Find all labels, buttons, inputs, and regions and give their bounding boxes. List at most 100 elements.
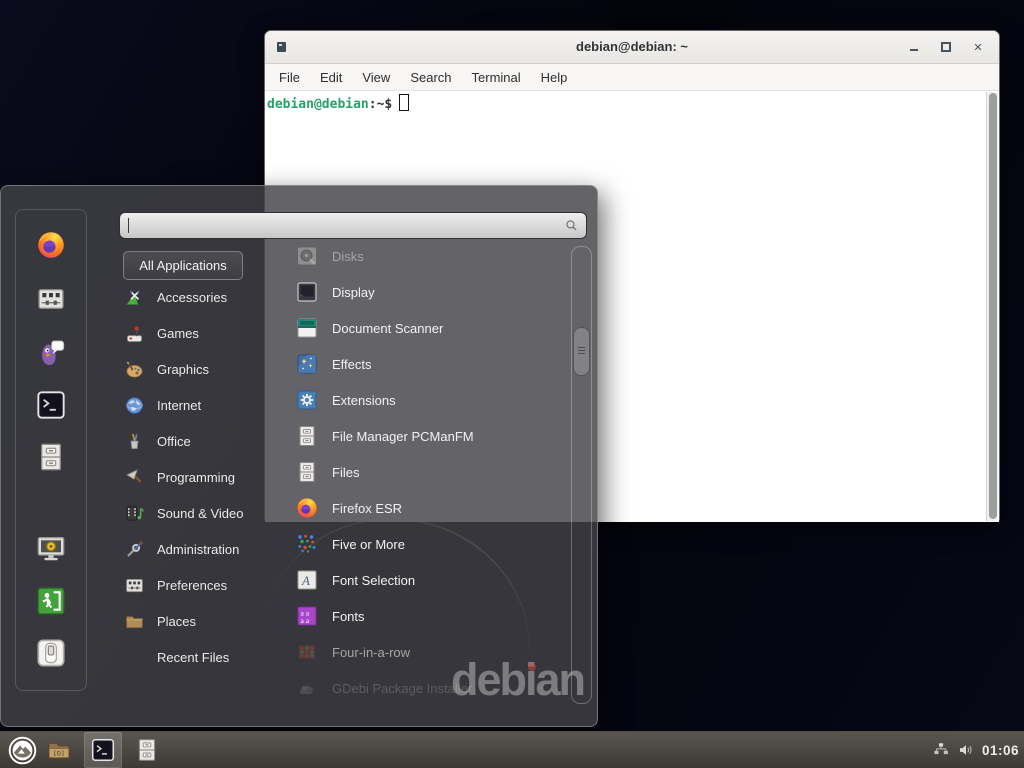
taskbar: [D] 01:06: [0, 731, 1024, 768]
display-icon: [295, 280, 319, 304]
category-label: Recent Files: [157, 650, 229, 665]
terminal-cursor: [399, 94, 409, 111]
file-cabinet-icon: [134, 737, 160, 763]
minimize-icon: [910, 49, 918, 51]
category-graphics[interactable]: Graphics: [119, 351, 269, 387]
category-list: Accessories Games Graphics Internet Office Pr…: [119, 279, 269, 675]
category-office[interactable]: Office: [119, 423, 269, 459]
category-label: Office: [157, 434, 191, 449]
menu-view[interactable]: View: [352, 67, 400, 88]
sound-video-icon: [124, 502, 146, 524]
favorite-lock-screen[interactable]: [31, 529, 71, 569]
watermark-i-dot: [528, 663, 536, 671]
app-label: Extensions: [332, 393, 396, 408]
app-extensions[interactable]: Extensions: [289, 382, 565, 418]
text-caret: [128, 218, 129, 233]
favorite-pidgin[interactable]: [31, 333, 71, 373]
prompt-suffix: :~$: [369, 97, 392, 112]
window-list: [D]: [40, 732, 166, 768]
category-label: Games: [157, 326, 199, 341]
category-preferences[interactable]: Preferences: [119, 567, 269, 603]
app-label: Files: [332, 465, 359, 480]
font-selection-icon: A: [295, 568, 319, 592]
menu-help[interactable]: Help: [531, 67, 578, 88]
disks-icon: [295, 244, 319, 268]
category-all-applications[interactable]: All Applications: [123, 251, 243, 280]
svg-text:a a: a a: [301, 616, 310, 625]
firefox-icon: [35, 229, 67, 261]
debian-watermark: debian: [451, 654, 584, 706]
app-label: Font Selection: [332, 573, 415, 588]
start-menu-icon: [8, 736, 37, 765]
terminal-scrollbar-thumb[interactable]: [989, 93, 997, 519]
category-accessories[interactable]: Accessories: [119, 279, 269, 315]
category-label: Internet: [157, 398, 201, 413]
system-tray: 01:06: [932, 732, 1019, 768]
menu-search[interactable]: Search: [400, 67, 461, 88]
app-disks[interactable]: Disks: [289, 238, 565, 274]
taskbar-window-folder[interactable]: [D]: [40, 732, 78, 768]
favorite-shutdown[interactable]: [31, 633, 71, 673]
app-label: Disks: [332, 249, 364, 264]
app-label: Display: [332, 285, 375, 300]
category-label: Graphics: [157, 362, 209, 377]
office-icon: [124, 430, 146, 452]
app-label: Document Scanner: [332, 321, 443, 336]
start-menu-button[interactable]: [4, 733, 40, 767]
app-display[interactable]: Display: [289, 274, 565, 310]
favorite-terminal[interactable]: [31, 385, 71, 425]
document-scanner-icon: [295, 316, 319, 340]
menu-edit[interactable]: Edit: [310, 67, 352, 88]
terminal-titlebar[interactable]: debian@debian: ~ ✕: [265, 31, 999, 64]
menu-scrollbar-thumb[interactable]: [573, 327, 590, 376]
app-document-scanner[interactable]: Document Scanner: [289, 310, 565, 346]
category-places[interactable]: Places: [119, 603, 269, 639]
favorite-firefox[interactable]: [31, 225, 71, 265]
app-five-or-more[interactable]: Five or More: [289, 526, 565, 562]
favorite-control-panel[interactable]: [31, 279, 71, 319]
category-programming[interactable]: Programming: [119, 459, 269, 495]
app-effects[interactable]: Effects: [289, 346, 565, 382]
firefox-icon: [295, 496, 319, 520]
app-label: Four-in-a-row: [332, 645, 410, 660]
control-panel-icon: [35, 283, 67, 315]
taskbar-window-terminal[interactable]: [84, 732, 122, 768]
menu-file[interactable]: File: [269, 67, 310, 88]
app-font-selection[interactable]: A Font Selection: [289, 562, 565, 598]
application-list: Disks Display Document Scanner Effects Exten…: [289, 238, 565, 706]
app-firefox-esr[interactable]: Firefox ESR: [289, 490, 565, 526]
minimize-button[interactable]: [907, 40, 921, 54]
app-label: Effects: [332, 357, 372, 372]
category-administration[interactable]: Administration: [119, 531, 269, 567]
menu-scrollbar[interactable]: [571, 246, 592, 704]
category-label: Sound & Video: [157, 506, 244, 521]
menu-search-input[interactable]: [119, 212, 587, 239]
volume-icon[interactable]: [957, 741, 975, 759]
category-recent-files[interactable]: Recent Files: [119, 639, 269, 675]
taskbar-window-file-cabinet[interactable]: [128, 732, 166, 768]
four-in-a-row-icon: [295, 640, 319, 664]
close-button[interactable]: ✕: [971, 40, 985, 54]
folder-icon: [D]: [46, 737, 72, 763]
category-internet[interactable]: Internet: [119, 387, 269, 423]
menu-search: [119, 212, 587, 239]
menu-terminal[interactable]: Terminal: [462, 67, 531, 88]
preferences-icon: [124, 574, 146, 596]
lock-screen-icon: [35, 533, 67, 565]
app-file-manager-pcmanfm[interactable]: File Manager PCManFM: [289, 418, 565, 454]
window-title: debian@debian: ~: [265, 39, 999, 54]
favorite-file-cabinet[interactable]: [31, 437, 71, 477]
favorite-logout[interactable]: [31, 581, 71, 621]
maximize-button[interactable]: [939, 40, 953, 54]
clock[interactable]: 01:06: [982, 743, 1019, 758]
accessories-icon: [124, 286, 146, 308]
app-files[interactable]: Files: [289, 454, 565, 490]
network-icon[interactable]: [932, 741, 950, 759]
category-sound-video[interactable]: Sound & Video: [119, 495, 269, 531]
category-games[interactable]: Games: [119, 315, 269, 351]
svg-text:A: A: [301, 573, 310, 588]
terminal-scrollbar[interactable]: [986, 92, 998, 521]
file-cabinet-icon: [295, 424, 319, 448]
logout-icon: [35, 585, 67, 617]
app-fonts[interactable]: a aa aFonts: [289, 598, 565, 634]
